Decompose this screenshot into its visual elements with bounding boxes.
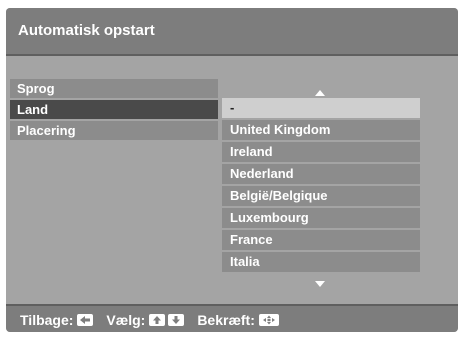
scroll-up-icon[interactable] — [315, 90, 325, 96]
select-hint: Vælg: — [106, 312, 187, 328]
country-option-united-kingdom[interactable]: United Kingdom — [222, 120, 420, 140]
country-option-italia[interactable]: Italia — [222, 252, 420, 272]
country-option-belgie[interactable]: België/Belgique — [222, 186, 420, 206]
menu-item-label: Sprog — [17, 81, 55, 96]
menu-item-land[interactable]: Land — [10, 100, 218, 119]
scroll-down-icon[interactable] — [315, 281, 325, 287]
country-option-none[interactable]: - — [222, 98, 420, 118]
title-bar: Automatisk opstart — [6, 8, 458, 54]
menu-item-placering[interactable]: Placering — [10, 121, 218, 140]
country-option-france[interactable]: France — [222, 230, 420, 250]
arrow-up-key-icon — [149, 314, 166, 326]
menu-item-label: Placering — [17, 123, 76, 138]
menu-item-label: Land — [17, 102, 49, 117]
settings-menu: Sprog Land Placering — [10, 79, 218, 142]
footer-bar: Tilbage: Vælg: Bekræft: — [6, 306, 458, 332]
confirm-hint: Bekræft: — [197, 312, 282, 328]
country-option-ireland[interactable]: Ireland — [222, 142, 420, 162]
country-option-luxembourg[interactable]: Luxembourg — [222, 208, 420, 228]
back-label: Tilbage: — [20, 312, 74, 328]
setup-window: Automatisk opstart Sprog Land Placering … — [6, 8, 458, 332]
back-hint: Tilbage: — [20, 312, 96, 328]
arrow-left-key-icon — [77, 314, 94, 326]
page-title: Automatisk opstart — [18, 22, 155, 39]
country-list: - United Kingdom Ireland Nederland Belgi… — [222, 98, 420, 274]
arrow-down-key-icon — [168, 314, 185, 326]
menu-item-sprog[interactable]: Sprog — [10, 79, 218, 98]
confirm-label: Bekræft: — [197, 312, 255, 328]
country-option-nederland[interactable]: Nederland — [222, 164, 420, 184]
center-key-icon — [258, 314, 279, 326]
title-divider — [6, 54, 458, 56]
key-hints: Tilbage: Vælg: Bekræft: — [20, 312, 292, 328]
select-label: Vælg: — [106, 312, 146, 328]
